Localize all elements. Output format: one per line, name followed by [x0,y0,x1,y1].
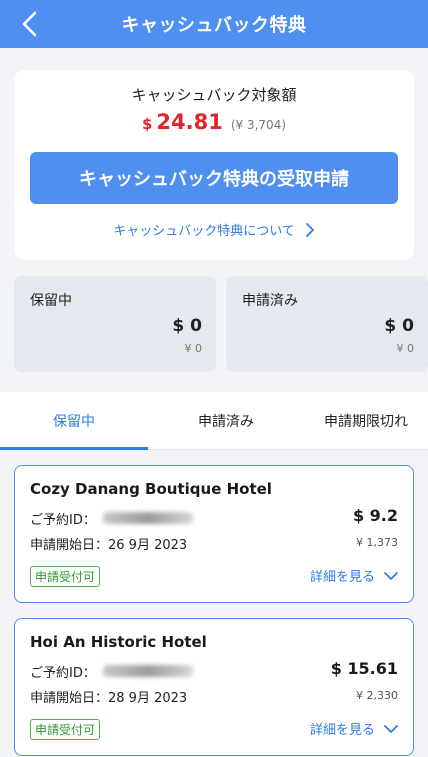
view-details-link[interactable]: 詳細を見る [310,566,399,585]
booking-cashback-usd: $ 9.2 [352,506,398,525]
applied-stat-jpy: ¥ 0 [396,342,415,355]
cashback-amount-yen: (¥ 3,704) [230,118,287,132]
booking-id-label: ご予約ID： [30,666,96,681]
hotel-name: Hoi An Historic Hotel [30,633,207,651]
booking-apply-date: 申請開始日：26 9月 2023 [30,538,188,553]
booking-card[interactable]: Hoi An Historic Hotel ご予約ID： $ 15.61 申請開… [14,618,414,756]
applied-stat-label: 申請済み [242,293,298,309]
view-details-label: 詳細を見る [309,723,375,738]
tab-pending[interactable]: 保留中 [0,392,148,450]
header-bar: キャッシュバック特典 [0,0,428,48]
booking-cashback-jpy: ¥ 1,373 [356,536,398,549]
pending-stat-jpy: ¥ 0 [184,342,203,355]
booking-apply-date: 申請開始日：28 9月 2023 [30,691,188,706]
chevron-down-icon [384,724,398,733]
hotel-name: Cozy Danang Boutique Hotel [30,480,272,498]
pending-stat-usd: $ 0 [172,316,202,336]
booking-cashback-jpy: ¥ 2,330 [356,689,398,702]
pending-stat-label: 保留中 [30,293,72,309]
applied-stat-usd: $ 0 [384,316,414,336]
page-title: キャッシュバック特典 [121,15,307,36]
cashback-amount: $ 24.81 (¥ 3,704) [14,110,414,134]
cashback-amount-label: キャッシュバック対象額 [131,86,297,104]
pending-stat-box: 保留中 $ 0 ¥ 0 [14,276,216,372]
about-cashback-link[interactable]: キャッシュバック特典について [14,220,414,239]
view-details-label: 詳細を見る [309,570,375,585]
claim-cashback-button[interactable]: キャッシュバック特典の受取申請 [30,152,398,204]
booking-id-redacted [103,665,193,677]
cashback-amount-value: 24.81 [156,110,223,134]
back-button[interactable] [14,8,46,40]
chevron-down-icon [384,571,398,580]
tab-applied[interactable]: 申請済み [148,392,304,450]
status-badge: 申請受付可 [30,719,101,740]
status-badge: 申請受付可 [30,566,101,587]
view-details-link[interactable]: 詳細を見る [310,719,399,738]
back-arrow-icon [22,11,37,37]
currency-symbol: $ [141,115,153,133]
booking-id-redacted [103,512,193,524]
applied-stat-box: 申請済み $ 0 ¥ 0 [226,276,428,372]
booking-card[interactable]: Cozy Danang Boutique Hotel ご予約ID： $ 9.2 … [14,465,414,603]
booking-id-label: ご予約ID： [30,513,96,528]
status-tabs: 保留中 申請済み 申請期限切れ [0,392,428,450]
about-cashback-label: キャッシュバック特典について [113,224,295,239]
chevron-right-icon [305,222,314,237]
booking-cashback-usd: $ 15.61 [330,659,398,678]
cashback-summary-card: キャッシュバック対象額 $ 24.81 (¥ 3,704) キャッシュバック特典… [14,70,414,260]
active-tab-indicator [0,447,148,450]
tab-expired[interactable]: 申請期限切れ [304,392,428,450]
